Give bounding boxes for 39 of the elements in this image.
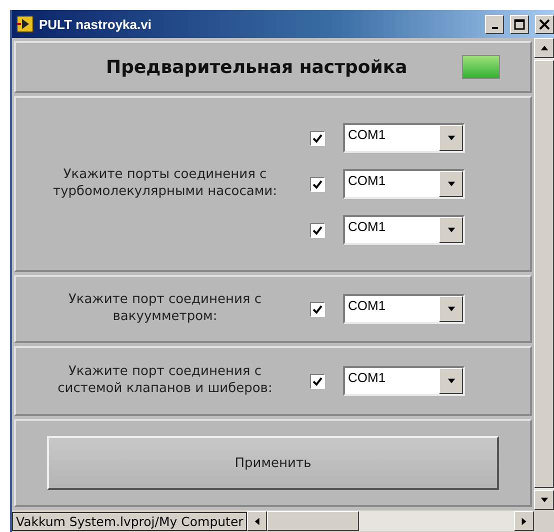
minimize-button[interactable] [485,14,504,34]
port-dropdown[interactable]: COM1 [343,215,465,245]
project-path: Vakkum System.lvproj/My Computer [12,512,248,530]
caret-icon [446,226,456,234]
maximize-icon [514,18,525,30]
left-arrow-icon [252,516,262,526]
window-title: PULT nastroyka.vi [39,16,152,32]
up-arrow-icon [540,44,548,52]
checkbox[interactable] [310,130,325,146]
caret-icon [446,134,456,142]
caret-icon [446,180,456,188]
checkbox[interactable] [310,176,325,192]
minimize-icon [492,27,498,29]
checkbox[interactable] [310,302,325,316]
port-label: Укажите порты соединения с турбомолекулярными насосами: [52,167,278,201]
port-label: Укажите порт соединения с вакуумметром: [67,292,263,326]
scroll-down-button[interactable] [534,490,554,510]
horizontal-scrollbar[interactable] [267,511,514,531]
scroll-thumb[interactable] [267,511,360,531]
port-dropdown[interactable]: COM1 [343,366,465,396]
close-button[interactable] [535,14,554,34]
caret-icon [446,304,456,314]
scroll-right-button[interactable] [514,511,534,531]
checkbox[interactable] [310,222,325,238]
port-dropdown[interactable]: COM1 [343,169,465,199]
panel-title: Предварительная настройка [106,56,408,78]
scroll-left-button[interactable] [247,511,268,531]
port-label: Укажите порт соединения с системой клапанов и шиберов: [56,364,274,398]
port-dropdown[interactable]: COM1 [343,294,465,324]
port-dropdown[interactable]: COM1 [343,123,465,153]
caret-icon [446,376,456,386]
close-icon [539,18,550,30]
down-arrow-icon [540,496,548,504]
app-icon [16,15,34,33]
checkbox[interactable] [310,374,325,388]
scroll-up-button[interactable] [534,38,554,58]
apply-button[interactable]: Применить [47,436,499,490]
maximize-button[interactable] [510,14,529,34]
right-arrow-icon [520,516,528,526]
